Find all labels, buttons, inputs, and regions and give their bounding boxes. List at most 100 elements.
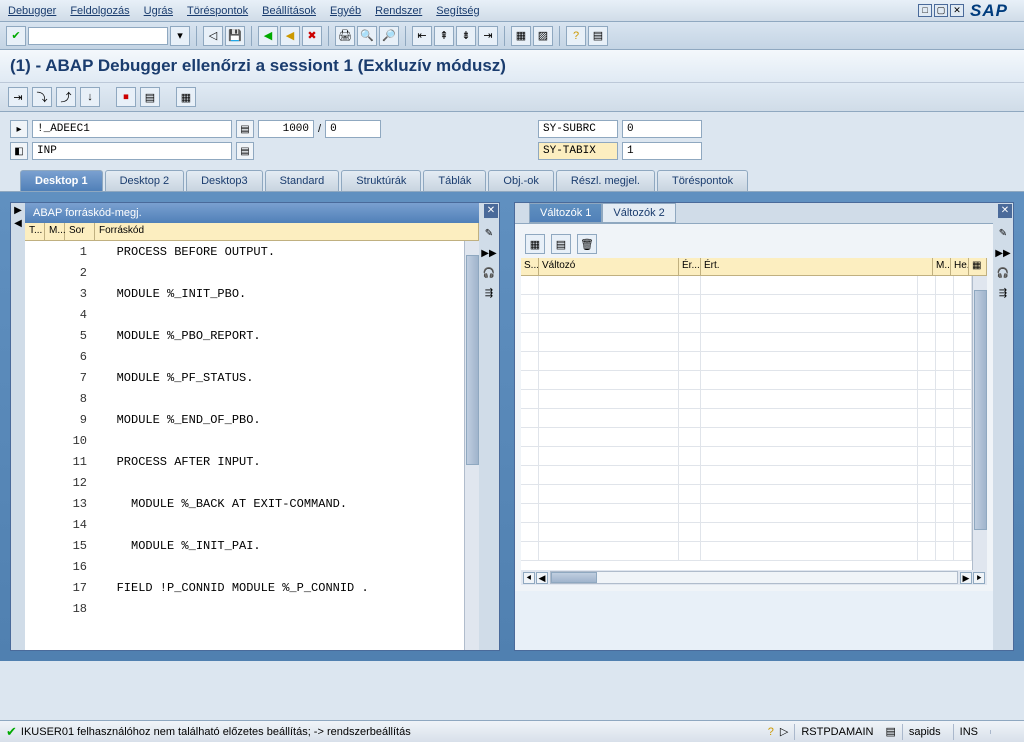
lines-icon[interactable]: ▤ bbox=[236, 120, 254, 138]
tab-standard[interactable]: Standard bbox=[265, 170, 340, 191]
var-col-m[interactable]: M... bbox=[933, 258, 951, 275]
code-line[interactable]: 8 bbox=[25, 388, 464, 409]
last-page-icon[interactable]: ⇥ bbox=[478, 26, 498, 46]
enter-icon[interactable]: ✔ bbox=[6, 26, 26, 46]
var-grid[interactable] bbox=[521, 276, 972, 570]
program-icon[interactable]: ▸ bbox=[10, 120, 28, 138]
nav-left-icon[interactable]: ◀ bbox=[14, 218, 22, 229]
count1-input[interactable] bbox=[258, 120, 314, 138]
prev-page-icon[interactable]: ⇞ bbox=[434, 26, 454, 46]
tab-breakpoints[interactable]: Töréspontok bbox=[657, 170, 748, 191]
new-session-icon[interactable]: ▦ bbox=[511, 26, 531, 46]
menu-help[interactable]: Segítség bbox=[436, 5, 479, 17]
save-icon[interactable]: 💾 bbox=[225, 26, 245, 46]
code-line[interactable]: 18 bbox=[25, 598, 464, 619]
tool-edit-icon[interactable]: ✎ bbox=[481, 225, 497, 241]
variable-row[interactable] bbox=[521, 371, 972, 390]
step-out-icon[interactable]: ⤴ bbox=[56, 87, 76, 107]
tool-headset-icon[interactable]: 🎧 bbox=[481, 265, 497, 281]
exit-icon[interactable]: ◀ bbox=[280, 26, 300, 46]
menu-processing[interactable]: Feldolgozás bbox=[70, 5, 129, 17]
minimize-icon[interactable]: □ bbox=[918, 4, 932, 17]
variable-row[interactable] bbox=[521, 314, 972, 333]
status-nav-icon[interactable]: ▷ bbox=[780, 725, 788, 738]
hscroll-last-icon[interactable]: ⯈ bbox=[973, 572, 985, 584]
var-col-h[interactable]: He... bbox=[951, 258, 969, 275]
back-green-icon[interactable]: ◀ bbox=[258, 26, 278, 46]
tab-structures[interactable]: Struktúrák bbox=[341, 170, 421, 191]
tool-tree2-icon[interactable]: ⇶ bbox=[995, 285, 1011, 301]
col-code[interactable]: Forráskód bbox=[95, 223, 479, 240]
variable-row[interactable] bbox=[521, 352, 972, 371]
variable-row[interactable] bbox=[521, 390, 972, 409]
var-col-sel[interactable]: ▦ bbox=[969, 258, 987, 275]
code-line[interactable]: 5 MODULE %_PBO_REPORT. bbox=[25, 325, 464, 346]
tab-objects[interactable]: Obj.-ok bbox=[488, 170, 553, 191]
var-col-s[interactable]: S... bbox=[521, 258, 539, 275]
menu-breakpoints[interactable]: Töréspontok bbox=[187, 5, 248, 17]
var-tab2[interactable]: Változók 2 bbox=[602, 203, 675, 223]
code-line[interactable]: 3 MODULE %_INIT_PBO. bbox=[25, 283, 464, 304]
code-line[interactable]: 13 MODULE %_BACK AT EXIT-COMMAND. bbox=[25, 493, 464, 514]
tool-tree-icon[interactable]: ⇶ bbox=[481, 285, 497, 301]
nav-right-icon[interactable]: ▶ bbox=[14, 205, 22, 216]
variable-row[interactable] bbox=[521, 447, 972, 466]
tab-desktop1[interactable]: Desktop 1 bbox=[20, 170, 103, 191]
code-line[interactable]: 1 PROCESS BEFORE OUTPUT. bbox=[25, 241, 464, 262]
count2-input[interactable] bbox=[325, 120, 381, 138]
variable-row[interactable] bbox=[521, 542, 972, 561]
code-line[interactable]: 12 bbox=[25, 472, 464, 493]
first-page-icon[interactable]: ⇤ bbox=[412, 26, 432, 46]
program-input[interactable] bbox=[32, 120, 232, 138]
code-line[interactable]: 11 PROCESS AFTER INPUT. bbox=[25, 451, 464, 472]
close-icon[interactable]: ✕ bbox=[950, 4, 964, 17]
col-t[interactable]: T... bbox=[25, 223, 45, 240]
help-icon[interactable]: ? bbox=[566, 26, 586, 46]
command-input[interactable] bbox=[28, 27, 168, 45]
var-col-var[interactable]: Változó bbox=[539, 258, 679, 275]
col-m[interactable]: M... bbox=[45, 223, 65, 240]
menu-system[interactable]: Rendszer bbox=[375, 5, 422, 17]
hscroll-prev-icon[interactable]: ◀ bbox=[536, 572, 548, 584]
col-sor[interactable]: Sor bbox=[65, 223, 95, 240]
tab-detail[interactable]: Részl. megjel. bbox=[556, 170, 655, 191]
var-col-ert[interactable]: Ért. bbox=[701, 258, 933, 275]
status-help-icon[interactable]: ? bbox=[768, 726, 774, 738]
code-line[interactable]: 4 bbox=[25, 304, 464, 325]
menu-settings[interactable]: Beállítások bbox=[262, 5, 316, 17]
watchpoint-icon[interactable]: ▤ bbox=[140, 87, 160, 107]
step-into-icon[interactable]: ⇥ bbox=[8, 87, 28, 107]
code-line[interactable]: 2 bbox=[25, 262, 464, 283]
code-line[interactable]: 10 bbox=[25, 430, 464, 451]
cancel-icon[interactable]: ✖ bbox=[302, 26, 322, 46]
hscroll-first-icon[interactable]: ⯇ bbox=[523, 572, 535, 584]
layout-icon[interactable]: ▤ bbox=[588, 26, 608, 46]
menu-other[interactable]: Egyéb bbox=[330, 5, 361, 17]
source-close-icon[interactable]: ✕ bbox=[484, 204, 498, 218]
menu-debugger[interactable]: Debugger bbox=[8, 5, 56, 17]
v-scrollbar[interactable] bbox=[464, 241, 479, 650]
var-delete-icon[interactable]: 🗑 bbox=[577, 234, 597, 254]
status-layout-icon[interactable]: ▤ bbox=[885, 725, 895, 738]
variable-row[interactable] bbox=[521, 485, 972, 504]
tab-desktop2[interactable]: Desktop 2 bbox=[105, 170, 185, 191]
variable-row[interactable] bbox=[521, 276, 972, 295]
var-list-icon[interactable]: ▤ bbox=[551, 234, 571, 254]
find-icon[interactable]: 🔍 bbox=[357, 26, 377, 46]
print-icon[interactable]: 🖨 bbox=[335, 26, 355, 46]
tool-step2-icon[interactable]: ▶▶ bbox=[995, 245, 1011, 261]
var-close-icon[interactable]: ✕ bbox=[998, 204, 1012, 218]
event-input[interactable] bbox=[32, 142, 232, 160]
var-tab1[interactable]: Változók 1 bbox=[529, 203, 602, 223]
step-over-icon[interactable]: ⤵ bbox=[32, 87, 52, 107]
variable-row[interactable] bbox=[521, 504, 972, 523]
event-help-icon[interactable]: ▤ bbox=[236, 142, 254, 160]
code-line[interactable]: 15 MODULE %_INIT_PAI. bbox=[25, 535, 464, 556]
event-icon[interactable]: ◧ bbox=[10, 142, 28, 160]
back-icon[interactable]: ◁ bbox=[203, 26, 223, 46]
code-line[interactable]: 9 MODULE %_END_OF_PBO. bbox=[25, 409, 464, 430]
layout-save-icon[interactable]: ▦ bbox=[176, 87, 196, 107]
next-page-icon[interactable]: ⇟ bbox=[456, 26, 476, 46]
variable-row[interactable] bbox=[521, 295, 972, 314]
maximize-icon[interactable]: ▢ bbox=[934, 4, 948, 17]
